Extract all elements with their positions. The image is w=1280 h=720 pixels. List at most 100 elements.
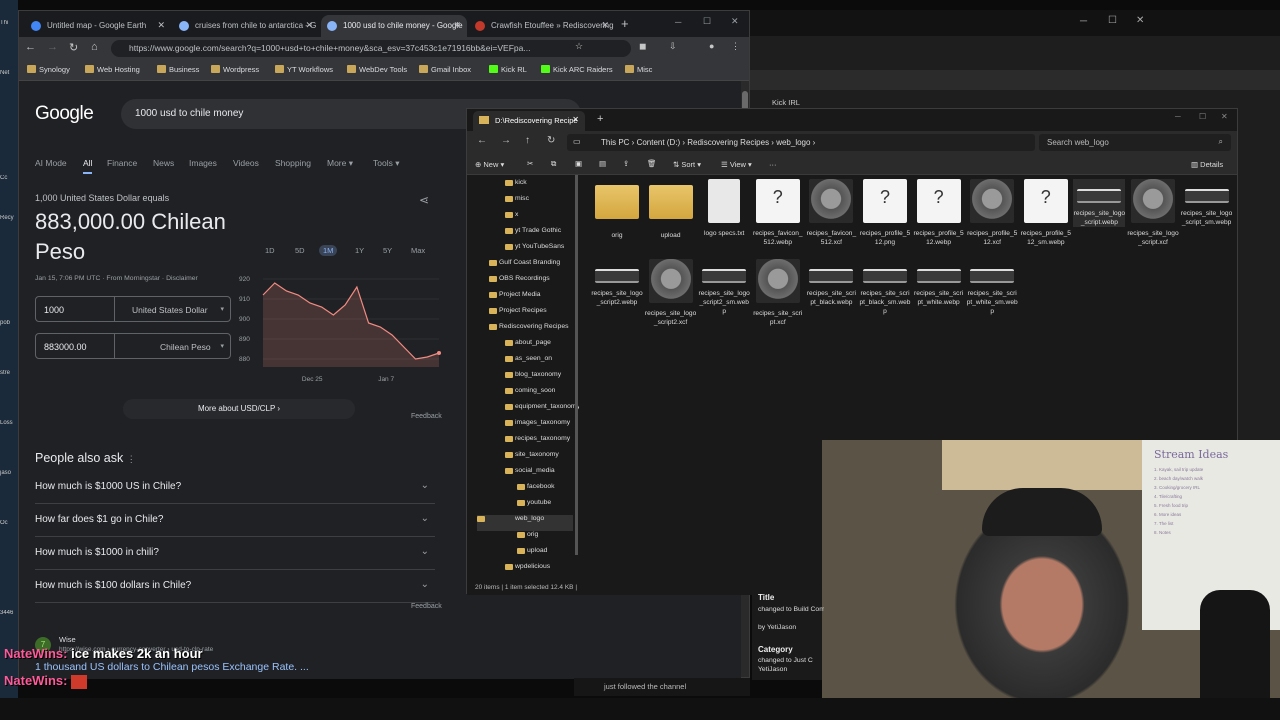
file-item[interactable]: recipes_site_script_white_sm.webp — [966, 259, 1018, 316]
maximize-icon[interactable]: ☐ — [1199, 112, 1206, 121]
bookmark-item[interactable]: Web Hosting — [85, 65, 140, 74]
file-item[interactable]: ? recipes_favicon_512.webp — [752, 179, 804, 247]
minimize-icon[interactable]: ─ — [675, 17, 681, 27]
range-1m[interactable]: 1M — [319, 245, 338, 256]
bookmark-star-icon[interactable]: ☆ — [575, 41, 583, 52]
bookmark-item[interactable]: Wordpress — [211, 65, 259, 74]
tree-item[interactable]: social_media — [505, 467, 577, 483]
copy-icon[interactable]: ⧉ — [551, 159, 556, 169]
tree-item[interactable]: equipment_taxonomy — [505, 403, 579, 419]
file-item[interactable]: recipes_site_script_black_sm.webp — [859, 259, 911, 316]
rename-icon[interactable]: ▤ — [599, 159, 606, 168]
paa-item[interactable]: How much is $1000 in chili? ⌄ — [35, 537, 435, 570]
forward-icon[interactable]: → — [47, 41, 58, 53]
tree-item[interactable]: yt Trade Gothic — [505, 227, 577, 243]
tree-item[interactable]: site_taxonomy — [505, 451, 577, 467]
tree-item[interactable]: kick — [505, 179, 577, 195]
bookmark-item[interactable]: Misc — [625, 65, 652, 74]
bookmark-item[interactable]: WebDev Tools — [347, 65, 407, 74]
range-5d[interactable]: 5D — [295, 246, 305, 255]
desktop-icon[interactable]: Cc — [0, 175, 18, 205]
tree-item[interactable]: web_logo — [477, 515, 573, 531]
new-button[interactable]: ⊕ New ▾ — [475, 160, 504, 169]
forward-icon[interactable]: → — [501, 135, 511, 146]
back-icon[interactable]: ← — [25, 41, 36, 53]
view-button[interactable]: ☰ View ▾ — [721, 160, 752, 169]
bookmark-item[interactable]: YT Workflows — [275, 65, 333, 74]
file-item[interactable]: recipes_site_script.xcf — [752, 259, 804, 327]
tab-all[interactable]: All — [83, 158, 93, 174]
download-icon[interactable]: ⇩ — [669, 41, 677, 52]
browser-tab[interactable]: 1000 usd to chile money - Google ✕ — [321, 15, 467, 37]
paa-item[interactable]: How far does $1 go in Chile? ⌄ — [35, 504, 435, 537]
tab-more[interactable]: More ▾ — [327, 158, 353, 169]
paste-icon[interactable]: ▣ — [575, 159, 582, 168]
file-item[interactable]: ? recipes_profile_512.png — [859, 179, 911, 247]
tree-item[interactable]: upload — [517, 547, 577, 563]
file-item[interactable]: recipes_site_logo_script2_sm.webp — [698, 259, 750, 316]
tree-item[interactable]: Gulf Coast Branding — [489, 259, 577, 275]
file-item[interactable]: upload — [645, 179, 697, 240]
tab-videos[interactable]: Videos — [233, 158, 259, 168]
tree-item[interactable]: x — [505, 211, 577, 227]
reload-icon[interactable]: ↻ — [69, 41, 78, 54]
more-options[interactable]: ··· — [769, 160, 777, 169]
desktop-icon[interactable]: jaso — [0, 470, 18, 500]
desktop-icon[interactable]: Loss — [0, 420, 18, 450]
google-logo[interactable]: Google — [35, 103, 94, 125]
back-icon[interactable]: ← — [477, 135, 487, 146]
browser-tab[interactable]: cruises from chile to antarctica - G ✕ — [173, 15, 319, 37]
tree-item[interactable]: as_seen_on — [505, 355, 577, 371]
cut-icon[interactable]: ✂ — [527, 159, 533, 168]
explorer-tab[interactable]: D:\Rediscovering Recipe ✕ — [473, 111, 585, 131]
desktop-icon[interactable]: pob — [0, 320, 18, 350]
close-icon[interactable]: ✕ — [572, 115, 579, 124]
tree-item[interactable]: Rediscovering Recipes — [489, 323, 577, 339]
tab-shopping[interactable]: Shopping — [275, 158, 311, 168]
close-icon[interactable]: ✕ — [157, 20, 165, 31]
new-tab-icon[interactable]: + — [621, 16, 629, 31]
tab-finance[interactable]: Finance — [107, 158, 137, 168]
file-item[interactable]: recipes_favicon_512.xcf — [805, 179, 857, 247]
share-icon[interactable]: ⋖ — [419, 193, 429, 207]
file-item[interactable]: recipes_site_logo_script.xcf — [1127, 179, 1179, 247]
share-icon[interactable]: ⇪ — [623, 159, 629, 168]
search-input[interactable]: Search web_logo ⌕ — [1039, 134, 1231, 151]
exchange-rate-chart[interactable]: 880 890 900 910 920 Dec 25 Jan 7 — [237, 269, 447, 387]
browser-tab[interactable]: Untitled map - Google Earth ✕ — [25, 15, 171, 37]
feedback-link[interactable]: Feedback — [411, 413, 442, 420]
file-item[interactable]: recipes_site_logo_script2.webp — [591, 259, 643, 307]
from-amount-field[interactable]: 1000 United States Dollar ▾ — [35, 296, 231, 322]
minimize-icon[interactable]: ─ — [1080, 16, 1087, 27]
tree-item[interactable]: yt YouTubeSans — [505, 243, 577, 259]
scrollbar[interactable] — [575, 175, 578, 555]
more-about-button[interactable]: More about USD/CLP › — [123, 399, 355, 419]
close-icon[interactable]: ✕ — [305, 20, 313, 31]
desktop-icon[interactable]: Net — [0, 70, 18, 100]
tree-item[interactable]: blog_taxonomy — [505, 371, 577, 387]
feedback-link[interactable]: Feedback — [411, 603, 442, 610]
address-bar[interactable]: https://www.google.com/search?q=1000+usd… — [111, 40, 631, 57]
sort-button[interactable]: ⇅ Sort ▾ — [673, 160, 701, 169]
range-1y[interactable]: 1Y — [355, 246, 364, 255]
tab-tools[interactable]: Tools ▾ — [373, 158, 399, 169]
delete-icon[interactable]: 🗑 — [647, 159, 657, 168]
file-item[interactable]: recipes_profile_512.xcf — [966, 179, 1018, 247]
close-icon[interactable]: ✕ — [731, 16, 739, 27]
bookmark-item[interactable]: Gmail Inbox — [419, 65, 471, 74]
refresh-icon[interactable]: ↻ — [547, 135, 555, 146]
tree-item[interactable]: OBS Recordings — [489, 275, 577, 291]
file-item[interactable]: orig — [591, 179, 643, 240]
paa-item[interactable]: How much is $100 dollars in Chile? ⌄ — [35, 570, 435, 603]
tree-item[interactable]: youtube — [517, 499, 577, 515]
close-icon[interactable]: ✕ — [453, 20, 461, 31]
tree-item[interactable]: recipes_taxonomy — [505, 435, 577, 451]
bookmark-item[interactable]: Synology — [27, 65, 70, 74]
file-item[interactable]: recipes_site_logo_script.webp — [1073, 179, 1126, 227]
tab-ai-mode[interactable]: AI Mode — [35, 158, 67, 168]
close-icon[interactable]: ✕ — [1221, 112, 1228, 121]
tree-item[interactable]: images_taxonomy — [505, 419, 577, 435]
extension-icon[interactable]: ◼ — [639, 41, 646, 52]
from-currency-select[interactable]: United States Dollar — [132, 305, 208, 315]
tree-item[interactable]: wpdelicious — [505, 563, 577, 579]
